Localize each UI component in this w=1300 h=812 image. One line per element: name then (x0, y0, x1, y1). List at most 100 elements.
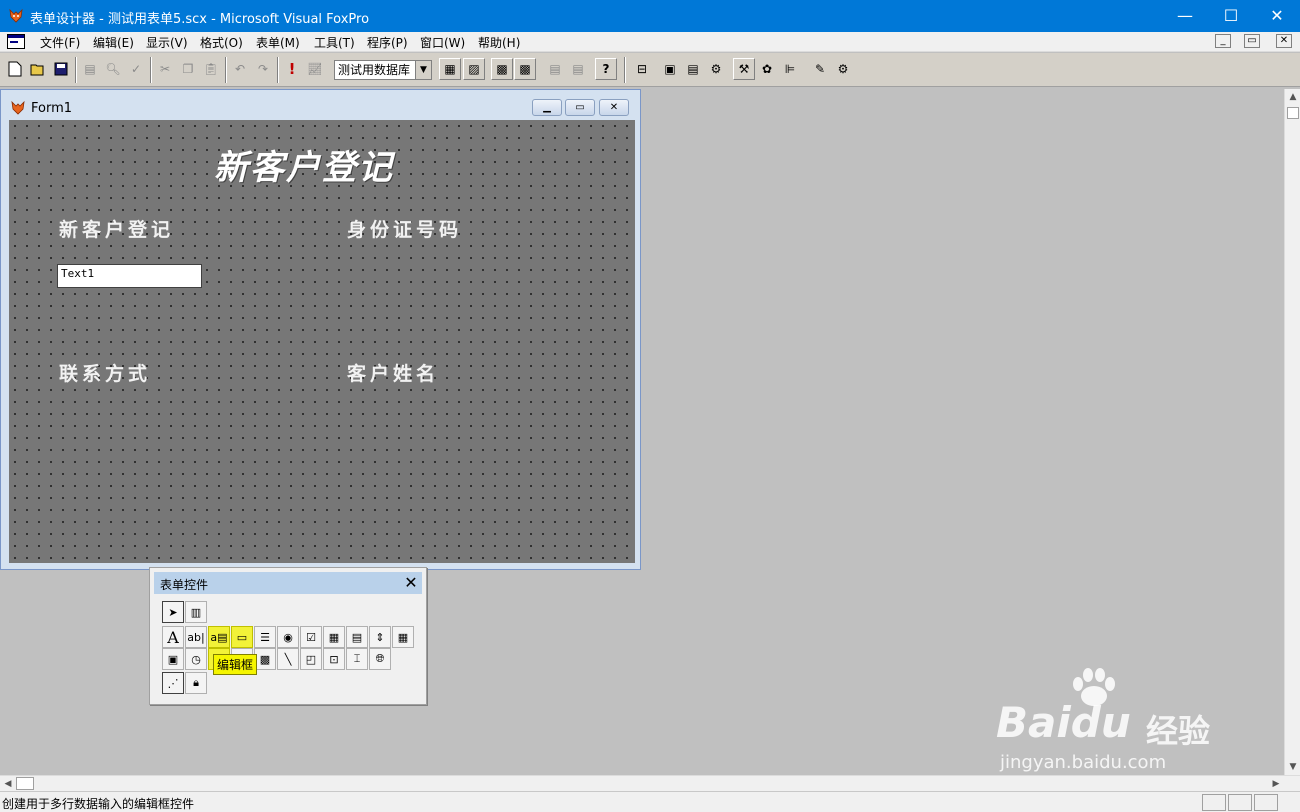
combobox-tool-icon[interactable]: ▦ (323, 626, 345, 648)
label-new-customer[interactable]: 新客户登记 (59, 215, 174, 242)
copy-icon[interactable]: ❐ (177, 58, 199, 80)
form-close-button[interactable]: ✕ (599, 99, 629, 116)
database-combo[interactable]: 测试用数据库 ▼ (334, 60, 432, 80)
scroll-down-icon[interactable]: ▼ (1285, 759, 1300, 775)
new-file-icon[interactable] (4, 58, 26, 80)
menu-view[interactable]: 显示(V) (146, 34, 188, 51)
optiongroup-tool-icon[interactable]: ◉ (277, 626, 299, 648)
autoform-icon[interactable]: ▩ (514, 58, 536, 80)
textbox-tool-icon[interactable]: ab| (185, 626, 207, 648)
line-tool-icon[interactable]: ╲ (277, 648, 299, 670)
undo-icon[interactable]: ↶ (229, 58, 251, 80)
separator-tool-icon[interactable]: ⌶ (346, 648, 368, 670)
minimize-button[interactable]: — (1162, 0, 1208, 32)
save-icon[interactable] (50, 58, 72, 80)
layout-toolbar-icon[interactable]: ⊟ (631, 58, 653, 80)
form-designer-window: Form1 ▁ ▭ ✕ 新客户登记 新客户登记 身份证号码 Text1 联系方式… (0, 89, 641, 570)
scroll-thumb[interactable] (1287, 107, 1299, 119)
spelling-icon[interactable]: ✓ (125, 58, 147, 80)
button-lock-icon[interactable]: 🔒︎ (185, 672, 207, 694)
form-wizard-icon[interactable]: ▩ (491, 58, 513, 80)
hyperlink-tool-icon[interactable]: 🌐︎ (369, 648, 391, 670)
status-panel (1202, 794, 1226, 811)
checkbox-tool-icon[interactable]: ☑ (300, 626, 322, 648)
builder-lock-tool-icon[interactable]: ⋰ (162, 672, 184, 694)
scroll-thumb[interactable] (16, 777, 34, 790)
vertical-scrollbar[interactable]: ▲ ▼ (1284, 89, 1300, 775)
label-tool-icon[interactable]: A (162, 626, 184, 648)
menu-edit[interactable]: 编辑(E) (93, 34, 134, 51)
modify-form-icon[interactable]: 📈︎ (304, 58, 326, 80)
form-canvas[interactable]: 新客户登记 新客户登记 身份证号码 Text1 联系方式 客户姓名 (9, 120, 635, 563)
form-minimize-button[interactable]: ▁ (532, 99, 562, 116)
toolbox-title-bar[interactable]: 表单控件 ✕ (154, 572, 422, 594)
menu-form[interactable]: 表单(M) (256, 34, 300, 51)
listbox-tool-icon[interactable]: ▤ (346, 626, 368, 648)
menu-help[interactable]: 帮助(H) (478, 34, 520, 51)
commandgroup-tool-icon[interactable]: ☰ (254, 626, 276, 648)
cut-icon[interactable]: ✂ (154, 58, 176, 80)
label-id-number[interactable]: 身份证号码 (347, 215, 462, 242)
status-text: 创建用于多行数据输入的编辑框控件 (2, 797, 195, 811)
baidu-watermark: Baidu 经验 jingyan.baidu.com (996, 668, 1236, 776)
maximize-button[interactable]: ☐ (1208, 0, 1254, 32)
timer-tool-icon[interactable]: ◷ (185, 648, 207, 670)
redo-icon[interactable]: ↷ (252, 58, 274, 80)
paste-icon[interactable]: 📋︎ (200, 58, 222, 80)
print-preview-icon[interactable]: 🔍︎ (102, 58, 124, 80)
spinner-tool-icon[interactable]: ⇕ (369, 626, 391, 648)
label-contact[interactable]: 联系方式 (59, 359, 151, 386)
editbox-tool-icon[interactable]: a▤ (208, 626, 230, 648)
form-document-icon[interactable] (7, 34, 25, 49)
watermark-brand: Baidu (996, 698, 1131, 747)
form-window-title: Form1 (31, 101, 73, 116)
menu-file[interactable]: 文件(F) (40, 34, 80, 51)
toolbox-title: 表单控件 (160, 578, 209, 592)
form-builder-icon[interactable]: ⚒ (733, 58, 755, 80)
label-customer-name[interactable]: 客户姓名 (347, 359, 439, 386)
horizontal-scrollbar[interactable]: ◀ ▶ (0, 775, 1300, 791)
commandbutton-tool-icon[interactable]: ▭ (231, 626, 253, 648)
scroll-up-icon[interactable]: ▲ (1285, 89, 1300, 105)
code-window-icon[interactable]: ⚙ (705, 58, 727, 80)
text1-textbox[interactable]: Text1 (57, 264, 202, 288)
grid-tool-icon[interactable]: ▦ (392, 626, 414, 648)
form-controls-toolbar-icon[interactable]: ▣ (659, 58, 681, 80)
menu-window[interactable]: 窗口(W) (420, 34, 465, 51)
view-classes-icon[interactable]: ▥ (185, 601, 207, 623)
help-icon[interactable]: ? (595, 58, 617, 80)
builder-lock-icon[interactable]: ✎ (809, 58, 831, 80)
select-objects-icon[interactable]: ➤ (162, 601, 184, 623)
foxpro-logo-icon (9, 8, 23, 23)
scroll-left-icon[interactable]: ◀ (0, 776, 16, 792)
align-toolbar-icon[interactable]: ⊫ (779, 58, 801, 80)
mdi-minimize-button[interactable]: _ (1215, 34, 1231, 48)
shape-tool-icon[interactable]: ◰ (300, 648, 322, 670)
menu-tools[interactable]: 工具(T) (314, 34, 355, 51)
chevron-down-icon[interactable]: ▼ (415, 61, 431, 79)
autoreport-icon[interactable]: ▤ (567, 58, 589, 80)
color-palette-icon[interactable]: ✿ (756, 58, 778, 80)
form-title-label[interactable]: 新客户登记 (214, 140, 394, 189)
report-wizard-icon[interactable]: ▤ (544, 58, 566, 80)
form-maximize-button[interactable]: ▭ (565, 99, 595, 116)
print-icon[interactable]: ▤ (79, 58, 101, 80)
watermark-brand-cn: 经验 (1146, 712, 1211, 750)
database-combo-value: 测试用数据库 (338, 63, 411, 77)
scroll-right-icon[interactable]: ▶ (1268, 776, 1284, 792)
mdi-restore-button[interactable]: ▭ (1244, 34, 1260, 48)
toolbox-close-button[interactable]: ✕ (402, 574, 420, 592)
run-icon[interactable]: ! (281, 58, 303, 80)
image-tool-icon[interactable]: ▣ (162, 648, 184, 670)
report-icon[interactable]: ▨ (463, 58, 485, 80)
close-button[interactable]: ✕ (1254, 0, 1300, 32)
olebound-tool-icon[interactable]: ▩ (254, 648, 276, 670)
open-folder-icon[interactable] (27, 58, 49, 80)
autoformat-icon[interactable]: ⚙ (832, 58, 854, 80)
container-tool-icon[interactable]: ⊡ (323, 648, 345, 670)
menu-program[interactable]: 程序(P) (367, 34, 408, 51)
menu-format[interactable]: 格式(O) (200, 34, 243, 51)
properties-window-icon[interactable]: ▤ (682, 58, 704, 80)
data-session-icon[interactable]: ▦ (439, 58, 461, 80)
mdi-close-button[interactable]: ✕ (1276, 34, 1292, 48)
